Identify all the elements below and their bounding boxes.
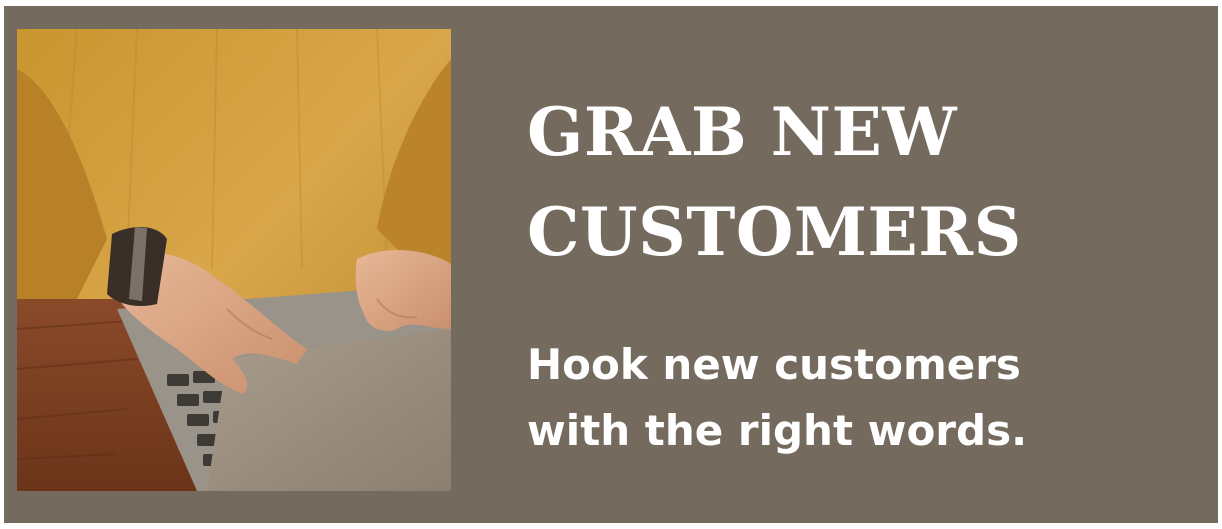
- headline-line-2: CUSTOMERS: [527, 193, 1022, 271]
- subheadline-line-2: with the right words.: [527, 406, 1028, 455]
- photo-illustration: [17, 29, 451, 491]
- subheadline-line-1: Hook new customers: [527, 340, 1021, 389]
- promo-banner: GRAB NEW CUSTOMERS Hook new customers wi…: [4, 6, 1218, 523]
- headline-line-1: GRAB NEW: [527, 93, 957, 171]
- typing-on-laptop-photo: [17, 29, 451, 491]
- subheadline: Hook new customers with the right words.: [527, 332, 1027, 464]
- headline: GRAB NEW CUSTOMERS: [527, 82, 1022, 282]
